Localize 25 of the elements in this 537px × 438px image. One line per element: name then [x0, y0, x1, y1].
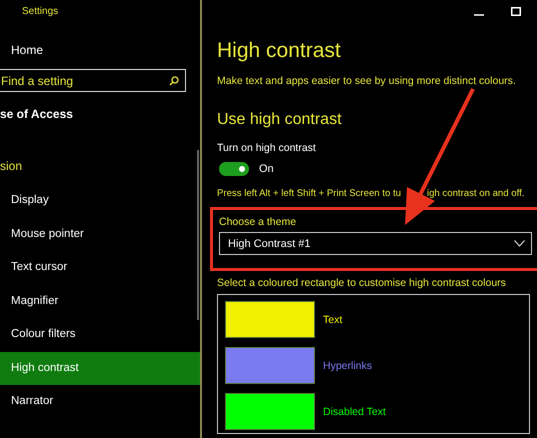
nav-item[interactable]: Narrator	[0, 385, 200, 418]
colour-label: Text	[323, 314, 342, 326]
nav-item[interactable]: Magnifier	[0, 284, 200, 318]
nav-item[interactable]: Display	[0, 184, 200, 218]
colours-label: Select a coloured rectangle to customise high contrast colours	[217, 277, 507, 289]
nav-item[interactable]: Mouse pointer	[0, 218, 200, 251]
toggle-state: On	[259, 163, 274, 175]
theme-label: Choose a theme	[219, 216, 298, 228]
window-title: Settings	[22, 6, 60, 19]
category-heading: se of Access	[0, 107, 74, 123]
search-field[interactable]: Find a setting	[0, 69, 186, 92]
nav-item[interactable]: Text cursor	[0, 251, 200, 284]
toggle-label: Turn on high contrast	[217, 142, 317, 154]
page-title: High contrast	[217, 39, 342, 64]
section-heading: sion	[0, 159, 24, 175]
section-title: Use high contrast	[217, 111, 343, 129]
shortcut-hint: igh contrast on and off.	[426, 188, 524, 199]
theme-dropdown[interactable]: High Contrast #1	[219, 232, 532, 255]
nav-item[interactable]: High contrast	[0, 352, 200, 385]
shortcut-hint: Press left Alt + left Shift + Print Screen to tu	[217, 188, 401, 199]
nav-item[interactable]: Colour filters	[0, 318, 200, 352]
colour-label: Hyperlinks	[323, 360, 372, 372]
home-link[interactable]: Home	[11, 43, 200, 59]
colour-label: Disabled Text	[323, 406, 386, 418]
page-description: Make text and apps easier to see by using more distinct colours.	[217, 75, 517, 87]
